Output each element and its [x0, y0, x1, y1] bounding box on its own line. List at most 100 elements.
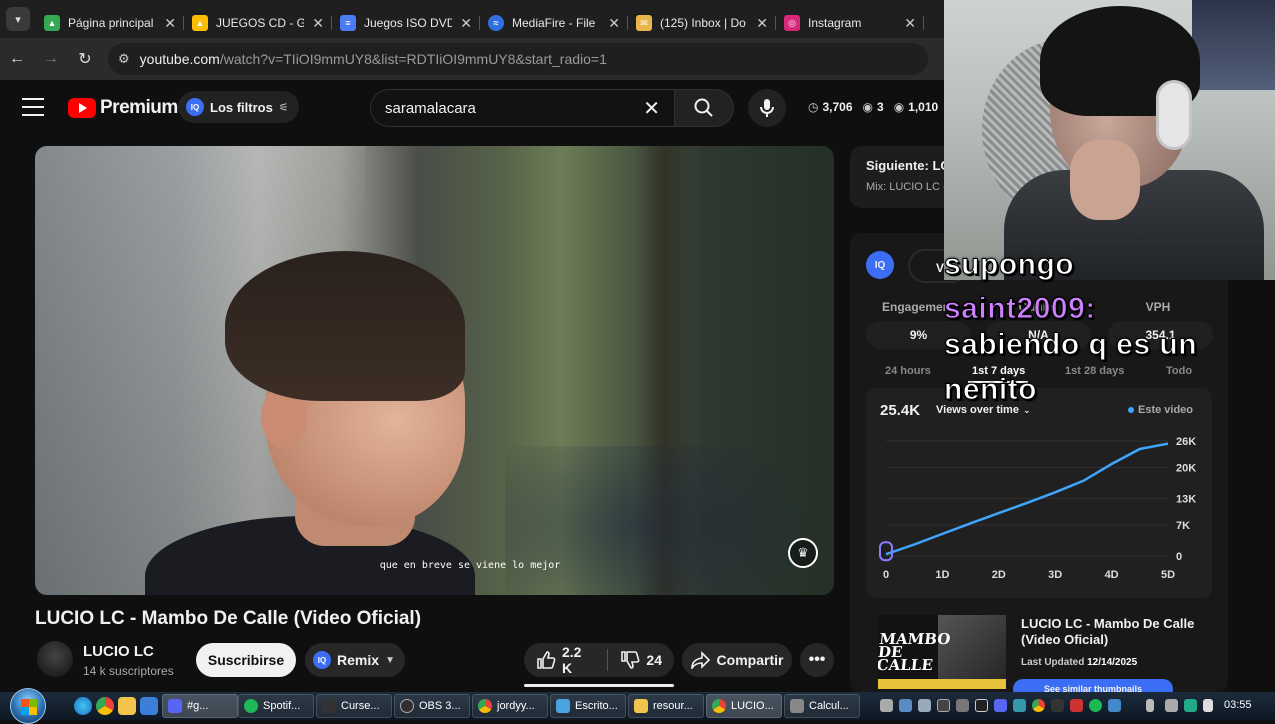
y-tick-label: 0 — [1176, 551, 1182, 563]
tray-chrome-icon[interactable] — [1032, 699, 1045, 712]
mail-icon: ✉ — [636, 15, 652, 31]
volume-icon[interactable] — [1203, 699, 1213, 712]
voice-search-button[interactable] — [748, 89, 786, 127]
last-updated: Last Updated 12/14/2025 — [1021, 657, 1138, 668]
tab-search-button[interactable]: ▾ — [6, 7, 30, 31]
tray-app-icon[interactable] — [1184, 699, 1197, 712]
youtube-play-icon — [68, 98, 96, 118]
thumbnail-image — [938, 615, 1006, 689]
video-player[interactable]: que en breve se viene lo mejor ♛ — [35, 146, 834, 595]
url-text: youtube.com/watch?v=TIiOI9mmUY8&list=RDT… — [139, 51, 607, 67]
next-up-card[interactable]: Siguiente: LO Mix: LUCIO LC - — [850, 146, 944, 208]
close-icon[interactable]: ✕ — [904, 15, 916, 32]
close-icon[interactable]: ✕ — [164, 15, 176, 32]
like-dislike-group: 2.2 K 24 — [524, 643, 674, 677]
related-thumbnail[interactable]: MAMBO DE CALLE — [878, 615, 1006, 689]
taskbar-item[interactable]: Escrito... — [550, 694, 626, 718]
similar-thumbnails-button[interactable]: See similar thumbnails — [1013, 679, 1173, 693]
instagram-icon: ◎ — [784, 15, 800, 31]
filters-button[interactable]: IQ Los filtros ⚟ — [178, 91, 299, 123]
taskbar-item[interactable]: #g... — [162, 694, 238, 718]
clear-icon[interactable]: ✕ — [643, 96, 660, 121]
tray-app-icon[interactable] — [1013, 699, 1026, 712]
related-video-title[interactable]: LUCIO LC - Mambo De Calle (Video Oficial… — [1021, 616, 1216, 648]
dislike-button[interactable]: 24 — [608, 643, 674, 677]
tray-app-icon[interactable] — [1070, 699, 1083, 712]
tray-steam-icon[interactable] — [899, 699, 912, 712]
forward-arrow-icon[interactable]: → — [34, 50, 68, 68]
browser-tab[interactable]: ≡ Juegos ISO DVD ✕ — [332, 8, 480, 38]
close-icon[interactable]: ✕ — [312, 15, 324, 32]
remix-button[interactable]: IQ Remix ▼ — [305, 643, 405, 677]
folder-icon[interactable] — [118, 697, 136, 715]
x-tick-label: 2D — [992, 569, 1006, 581]
search-button[interactable] — [674, 89, 734, 127]
video-title: LUCIO LC - Mambo De Calle (Video Oficial… — [35, 608, 422, 629]
tray-gear-icon[interactable] — [880, 699, 893, 712]
sliders-icon: ⚟ — [278, 101, 289, 114]
chevron-down-icon: ▾ — [15, 13, 21, 26]
chrome-icon[interactable] — [96, 697, 114, 715]
tray-app-icon[interactable] — [937, 699, 950, 712]
tray-app-icon[interactable] — [975, 699, 988, 712]
browser-tab[interactable]: ◎ Instagram ✕ — [776, 8, 924, 38]
channel-watermark-icon[interactable]: ♛ — [788, 538, 818, 568]
share-button[interactable]: Compartir — [682, 643, 792, 677]
youtube-masthead: Premium AR IQ Los filtros ⚟ saramalacara… — [0, 80, 944, 136]
start-button[interactable] — [10, 688, 46, 724]
edge-icon[interactable] — [74, 697, 92, 715]
close-icon[interactable]: ✕ — [608, 15, 620, 32]
browser-tab[interactable]: ✉ (125) Inbox | Do ✕ — [628, 8, 776, 38]
taskbar-item[interactable]: OBS 3... — [394, 694, 470, 718]
hamburger-menu-icon[interactable] — [22, 98, 44, 116]
windows-taskbar: #g... Spotif... Curse... OBS 3... jordyy… — [0, 688, 1275, 724]
back-arrow-icon[interactable]: ← — [0, 50, 34, 68]
like-ratio-bar — [524, 684, 674, 687]
tray-app-icon[interactable] — [1108, 699, 1121, 712]
reload-icon[interactable]: ↻ — [68, 49, 102, 69]
tray-cloud-icon[interactable] — [918, 699, 931, 712]
thumbs-up-icon — [537, 651, 556, 669]
tray-spotify-icon[interactable] — [1089, 699, 1102, 712]
taskbar-item[interactable]: resour... — [628, 694, 704, 718]
like-button[interactable]: 2.2 K — [524, 643, 607, 677]
browser-tab[interactable]: ▲ JUEGOS CD - Go ✕ — [184, 8, 332, 38]
stream-chat-overlay: supongo saint2009: sabiendo q es un neni… — [943, 248, 1244, 468]
drive-icon: ▲ — [192, 15, 208, 31]
range-tab[interactable]: 24 hours — [885, 365, 931, 377]
tray-network-icon[interactable] — [1165, 699, 1178, 712]
taskbar-item[interactable]: jordyy... — [472, 694, 548, 718]
subscribe-button[interactable]: Suscribirse — [196, 643, 296, 677]
search-input[interactable]: saramalacara ✕ — [370, 89, 674, 127]
site-info-icon[interactable]: ⚙ — [118, 51, 130, 67]
close-icon[interactable]: ✕ — [460, 15, 472, 32]
system-clock[interactable]: 03:55 — [1224, 699, 1252, 711]
taskbar-item[interactable]: Curse... — [316, 694, 392, 718]
tray-mic-icon[interactable] — [1146, 699, 1154, 712]
taskbar-item[interactable]: Spotif... — [238, 694, 314, 718]
tray-app-icon[interactable] — [956, 699, 969, 712]
tray-app-icon[interactable] — [1051, 699, 1064, 712]
share-icon — [690, 651, 710, 669]
x-tick-label: 1D — [935, 569, 949, 581]
thumbnail-band — [878, 679, 1006, 689]
more-actions-icon[interactable]: ••• — [800, 643, 834, 677]
eye-icon: ◉ — [893, 100, 905, 114]
obs-icon — [400, 699, 414, 713]
tray-discord-icon[interactable] — [994, 699, 1007, 712]
chat-line: sabiendo q es un — [944, 328, 1198, 361]
video-caption: que en breve se viene lo mejor — [379, 560, 561, 571]
url-input[interactable]: ⚙ youtube.com/watch?v=TIiOI9mmUY8&list=R… — [108, 43, 928, 75]
channel-name[interactable]: LUCIO LC — [83, 643, 154, 660]
discord-icon — [168, 699, 182, 713]
browser-tab[interactable]: ▲ Página principal ✕ — [36, 8, 184, 38]
youtube-logo[interactable]: Premium AR — [68, 95, 193, 119]
media-icon[interactable] — [140, 697, 158, 715]
microphone-icon — [760, 99, 774, 117]
close-icon[interactable]: ✕ — [756, 15, 768, 32]
video-frame-crowd — [505, 446, 834, 595]
browser-tab[interactable]: ≈ MediaFire - File ✕ — [480, 8, 628, 38]
channel-avatar[interactable] — [37, 641, 73, 677]
taskbar-item[interactable]: LUCIO... — [706, 694, 782, 718]
taskbar-item[interactable]: Calcul... — [784, 694, 860, 718]
